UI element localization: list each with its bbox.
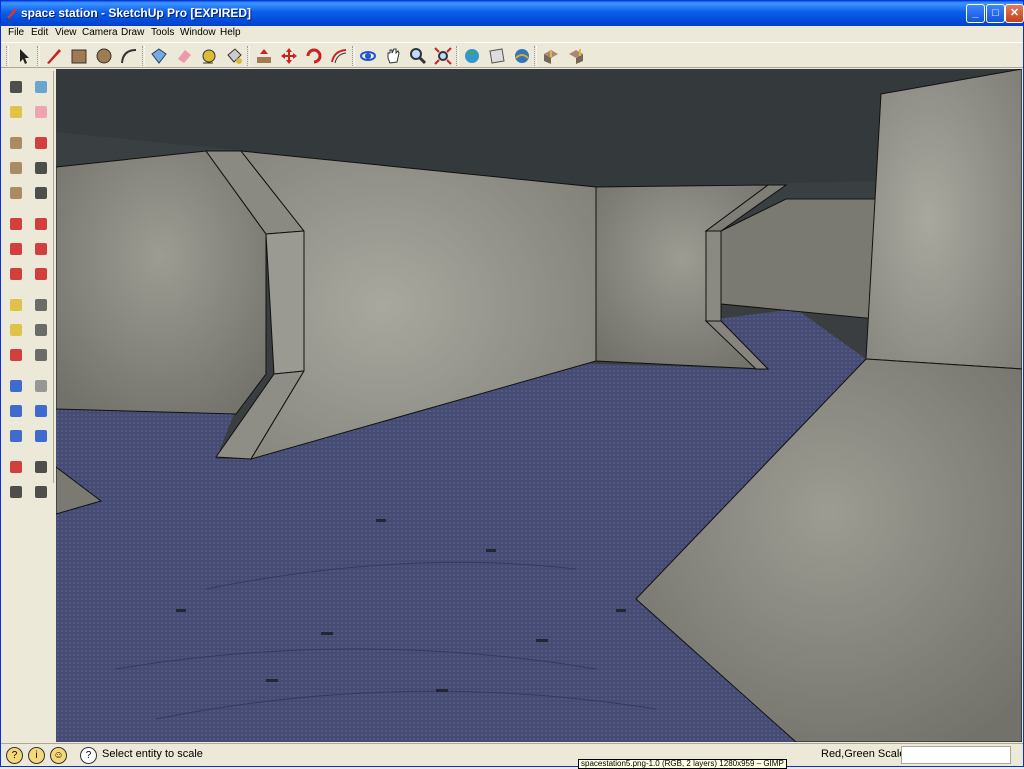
offset-icon[interactable] xyxy=(31,264,51,284)
measurements-input[interactable] xyxy=(901,746,1011,764)
look-around-icon[interactable] xyxy=(31,457,51,477)
tape-measure-icon[interactable] xyxy=(199,46,219,66)
toolbar-separator xyxy=(142,46,145,66)
menu-help[interactable]: Help xyxy=(220,27,241,38)
push-pull-icon[interactable] xyxy=(31,214,51,234)
close-button[interactable]: ✕ xyxy=(1005,4,1024,23)
maximize-button[interactable]: □ xyxy=(986,4,1005,23)
rectangle-icon[interactable] xyxy=(69,46,89,66)
share-component-icon[interactable] xyxy=(566,46,586,66)
sketchup-app-icon[interactable] xyxy=(5,6,19,20)
eraser-icon[interactable] xyxy=(174,46,194,66)
get-models-icon[interactable] xyxy=(462,46,482,66)
previous-view-icon[interactable] xyxy=(6,426,26,446)
zoom-window-icon[interactable] xyxy=(31,401,51,421)
circle-icon[interactable] xyxy=(6,158,26,178)
menu-view[interactable]: View xyxy=(55,27,77,38)
toolbar-separator xyxy=(534,46,537,66)
toolbar-separator xyxy=(37,46,40,66)
axes-icon[interactable] xyxy=(6,345,26,365)
position-camera-icon[interactable] xyxy=(6,457,26,477)
toolbar-grip[interactable] xyxy=(6,46,9,66)
zoom-icon[interactable] xyxy=(6,401,26,421)
line-icon[interactable] xyxy=(31,133,51,153)
tape-measure-icon[interactable] xyxy=(6,295,26,315)
arc-icon[interactable] xyxy=(31,158,51,178)
status-bar: ? i ☺ ? Select entity to scale Red,Green… xyxy=(1,743,1023,767)
select-icon[interactable] xyxy=(6,77,26,97)
main-toolbar xyxy=(1,42,1023,68)
walk-icon[interactable] xyxy=(6,482,26,502)
orbit-icon[interactable] xyxy=(358,46,378,66)
status-message: Select entity to scale xyxy=(102,748,203,760)
offset-icon[interactable] xyxy=(329,46,349,66)
geo-location-icon[interactable]: ? xyxy=(6,747,23,764)
eraser-icon[interactable] xyxy=(31,102,51,122)
scale-icon[interactable] xyxy=(6,264,26,284)
get-components-icon[interactable] xyxy=(541,46,561,66)
select-icon[interactable] xyxy=(14,46,34,66)
make-component-icon[interactable] xyxy=(31,77,51,97)
credits-icon[interactable]: i xyxy=(28,747,45,764)
circle-icon[interactable] xyxy=(94,46,114,66)
window-title: space station - SketchUp Pro [EXPIRED] xyxy=(21,6,252,20)
paint-bucket-icon[interactable] xyxy=(6,102,26,122)
rotate-icon[interactable] xyxy=(304,46,324,66)
menu-tools[interactable]: Tools xyxy=(151,27,174,38)
pan-icon[interactable] xyxy=(31,376,51,396)
dimension-icon[interactable] xyxy=(31,295,51,315)
large-tool-set xyxy=(4,71,54,498)
minimize-button[interactable]: _ xyxy=(966,4,985,23)
text-icon[interactable] xyxy=(31,320,51,340)
help-icon[interactable]: ? xyxy=(80,747,97,764)
share-model-icon[interactable] xyxy=(487,46,507,66)
zoom-extents-icon[interactable] xyxy=(433,46,453,66)
next-view-icon[interactable] xyxy=(31,426,51,446)
user-icon[interactable]: ☺ xyxy=(50,747,67,764)
push-pull-icon[interactable] xyxy=(254,46,274,66)
toolbar-separator xyxy=(352,46,355,66)
right-wall-upper xyxy=(865,69,1022,370)
sketchup-window: space station - SketchUp Pro [EXPIRED] _… xyxy=(0,0,1024,769)
far-corridor-wall xyxy=(720,198,877,320)
title-bar[interactable]: space station - SketchUp Pro [EXPIRED] _… xyxy=(1,1,1024,26)
menu-file[interactable]: File xyxy=(8,27,24,38)
make-component-icon[interactable] xyxy=(149,46,169,66)
google-earth-icon[interactable] xyxy=(512,46,532,66)
arc-icon[interactable] xyxy=(119,46,139,66)
3d-text-icon[interactable] xyxy=(31,345,51,365)
menu-window[interactable]: Window xyxy=(180,27,216,38)
rectangle-icon[interactable] xyxy=(6,133,26,153)
3d-viewport[interactable] xyxy=(56,69,1022,742)
move-icon[interactable] xyxy=(279,46,299,66)
move-icon[interactable] xyxy=(6,214,26,234)
rotate-icon[interactable] xyxy=(6,239,26,259)
paint-bucket-icon[interactable] xyxy=(224,46,244,66)
space-station-model[interactable] xyxy=(56,69,1022,742)
menu-camera[interactable]: Camera xyxy=(82,27,118,38)
pan-icon[interactable] xyxy=(383,46,403,66)
zoom-icon[interactable] xyxy=(408,46,428,66)
orbit-icon[interactable] xyxy=(6,376,26,396)
menu-edit[interactable]: Edit xyxy=(31,27,48,38)
menu-bar: File Edit View Camera Draw Tools Window … xyxy=(1,26,1023,41)
toolbar-separator xyxy=(247,46,250,66)
taskbar-tooltip: spacestation5.png-1.0 (RGB, 2 layers) 12… xyxy=(578,759,787,769)
section-plane-icon[interactable] xyxy=(31,482,51,502)
measurements-label: Red,Green Scale xyxy=(821,748,906,760)
follow-me-icon[interactable] xyxy=(31,239,51,259)
freehand-icon[interactable] xyxy=(31,183,51,203)
toolbar-separator xyxy=(456,46,459,66)
menu-draw[interactable]: Draw xyxy=(121,27,144,38)
polygon-icon[interactable] xyxy=(6,183,26,203)
line-icon[interactable] xyxy=(44,46,64,66)
protractor-icon[interactable] xyxy=(6,320,26,340)
